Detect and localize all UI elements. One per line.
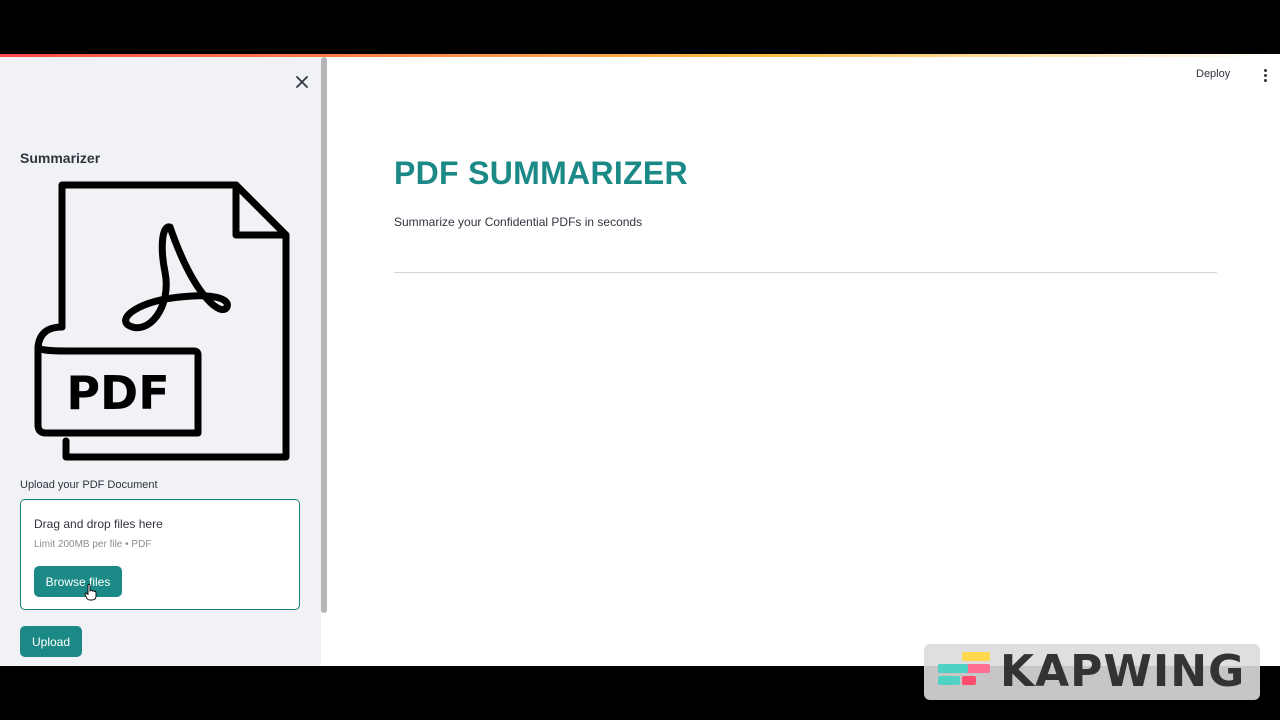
divider: [394, 272, 1217, 273]
kebab-menu-icon: [1263, 69, 1267, 72]
kapwing-watermark: KAPWING: [924, 644, 1260, 700]
upload-button[interactable]: Upload: [20, 626, 82, 657]
pdf-illustration-text: PDF: [66, 366, 169, 420]
app-window: Summarizer PDF Upload your PDF Document …: [0, 54, 1280, 666]
hand-cursor-icon: [84, 583, 97, 601]
pdf-file-icon: PDF: [34, 181, 290, 461]
main-menu-button[interactable]: [1260, 69, 1270, 85]
kebab-menu-icon-dot: [1263, 74, 1267, 77]
close-icon: [296, 76, 308, 88]
upload-label: Upload your PDF Document: [20, 479, 158, 491]
page-subtitle: Summarize your Confidential PDFs in seco…: [394, 215, 643, 229]
video-letterbox-top: [0, 0, 1280, 54]
close-sidebar-button[interactable]: [293, 73, 311, 91]
deploy-button[interactable]: Deploy: [1196, 68, 1230, 80]
sidebar-title: Summarizer: [20, 150, 101, 166]
kebab-menu-icon-dot: [1263, 79, 1267, 82]
browse-files-button[interactable]: Browse files: [34, 566, 122, 597]
file-dropzone[interactable]: Drag and drop files here Limit 200MB per…: [20, 499, 300, 610]
page-title: PDF SUMMARIZER: [394, 155, 688, 191]
sidebar: Summarizer PDF Upload your PDF Document …: [0, 57, 321, 666]
sidebar-scrollbar[interactable]: [321, 57, 327, 613]
dropzone-title: Drag and drop files here: [34, 517, 163, 531]
watermark-text: KAPWING: [1000, 646, 1246, 697]
dropzone-limit: Limit 200MB per file • PDF: [34, 539, 152, 550]
kapwing-logo-icon: [938, 652, 990, 685]
